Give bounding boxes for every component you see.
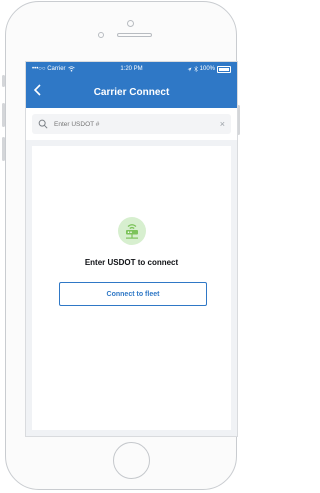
front-camera [127, 20, 134, 27]
phone-frame: •••○○ Carrier 1:20 PM 100% Carrier Conne… [2, 1, 240, 490]
empty-state-illustration [118, 217, 146, 245]
home-button[interactable] [113, 442, 150, 479]
battery-icon [217, 65, 231, 73]
search-icon [38, 119, 48, 129]
wifi-router-icon [126, 224, 138, 239]
usdot-search-input[interactable] [52, 119, 220, 129]
page-title: Carrier Connect [93, 86, 170, 98]
clear-search-button[interactable]: × [220, 119, 225, 129]
status-bar: •••○○ Carrier 1:20 PM 100% [26, 62, 237, 76]
empty-state: Enter USDOT to connect Connect to fleet [32, 146, 231, 430]
empty-state-headline: Enter USDOT to connect [84, 258, 179, 267]
status-time: 1:20 PM [120, 66, 143, 72]
connect-to-fleet-button[interactable]: Connect to fleet [59, 282, 207, 306]
search-bar[interactable]: × [32, 114, 231, 134]
side-button-volume-down [2, 137, 5, 161]
app-screen: •••○○ Carrier 1:20 PM 100% Carrier Conne… [25, 61, 238, 437]
search-container: × [26, 108, 237, 140]
side-button-mute [2, 75, 5, 87]
side-button-volume-up [2, 103, 5, 127]
earpiece-speaker [117, 33, 152, 37]
back-button[interactable] [33, 84, 41, 98]
proximity-sensor [98, 32, 104, 38]
chevron-left-icon [33, 84, 41, 96]
nav-bar: Carrier Connect [26, 76, 237, 108]
